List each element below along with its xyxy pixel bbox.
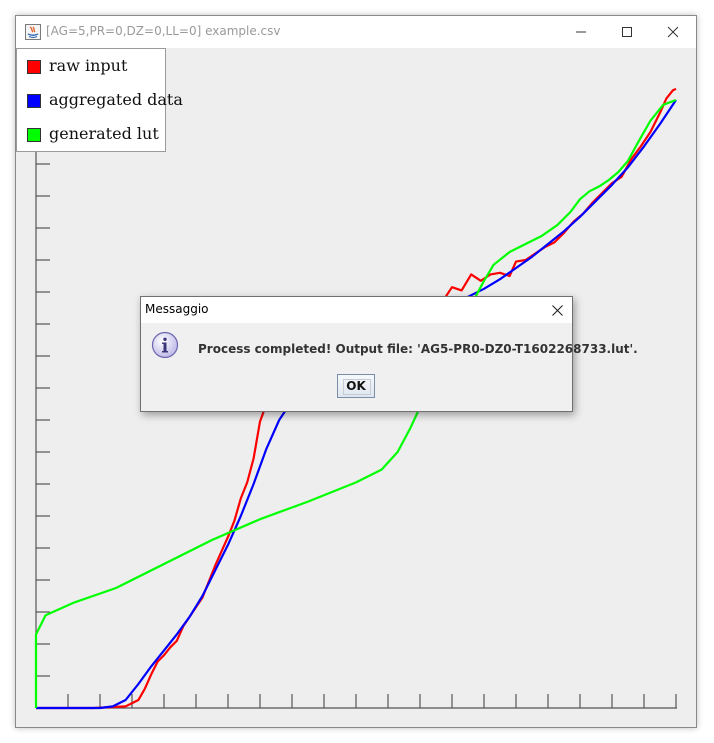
dialog-title: Messaggio <box>145 302 209 316</box>
close-button[interactable] <box>650 16 696 48</box>
dialog-message: Process completed! Output file: 'AG5-PR0… <box>198 342 638 356</box>
minimize-icon <box>576 31 586 33</box>
legend-swatch-blue <box>27 94 41 108</box>
legend-label: raw input <box>49 56 128 75</box>
close-icon <box>552 305 563 316</box>
java-app-icon <box>25 24 41 40</box>
message-dialog: Messaggio Process completed! Output file… <box>140 296 638 412</box>
ok-button[interactable]: OK <box>337 374 375 398</box>
maximize-button[interactable] <box>604 16 650 48</box>
dialog-title-bar[interactable]: Messaggio <box>141 297 572 323</box>
close-icon <box>667 26 679 38</box>
legend-swatch-green <box>27 128 41 142</box>
minimize-button[interactable] <box>558 16 604 48</box>
ok-button-label: OK <box>346 379 366 393</box>
chart-legend: raw input aggregated data generated lut <box>16 48 183 152</box>
maximize-icon <box>622 27 632 37</box>
legend-label: aggregated data <box>49 90 183 109</box>
dialog-close-button[interactable] <box>542 297 572 323</box>
window-title: [AG=5,PR=0,DZ=0,LL=0] example.csv <box>46 24 281 38</box>
legend-swatch-red <box>27 60 41 74</box>
info-icon <box>151 331 179 359</box>
legend-label: generated lut <box>49 124 159 143</box>
title-bar[interactable]: [AG=5,PR=0,DZ=0,LL=0] example.csv <box>16 16 696 48</box>
